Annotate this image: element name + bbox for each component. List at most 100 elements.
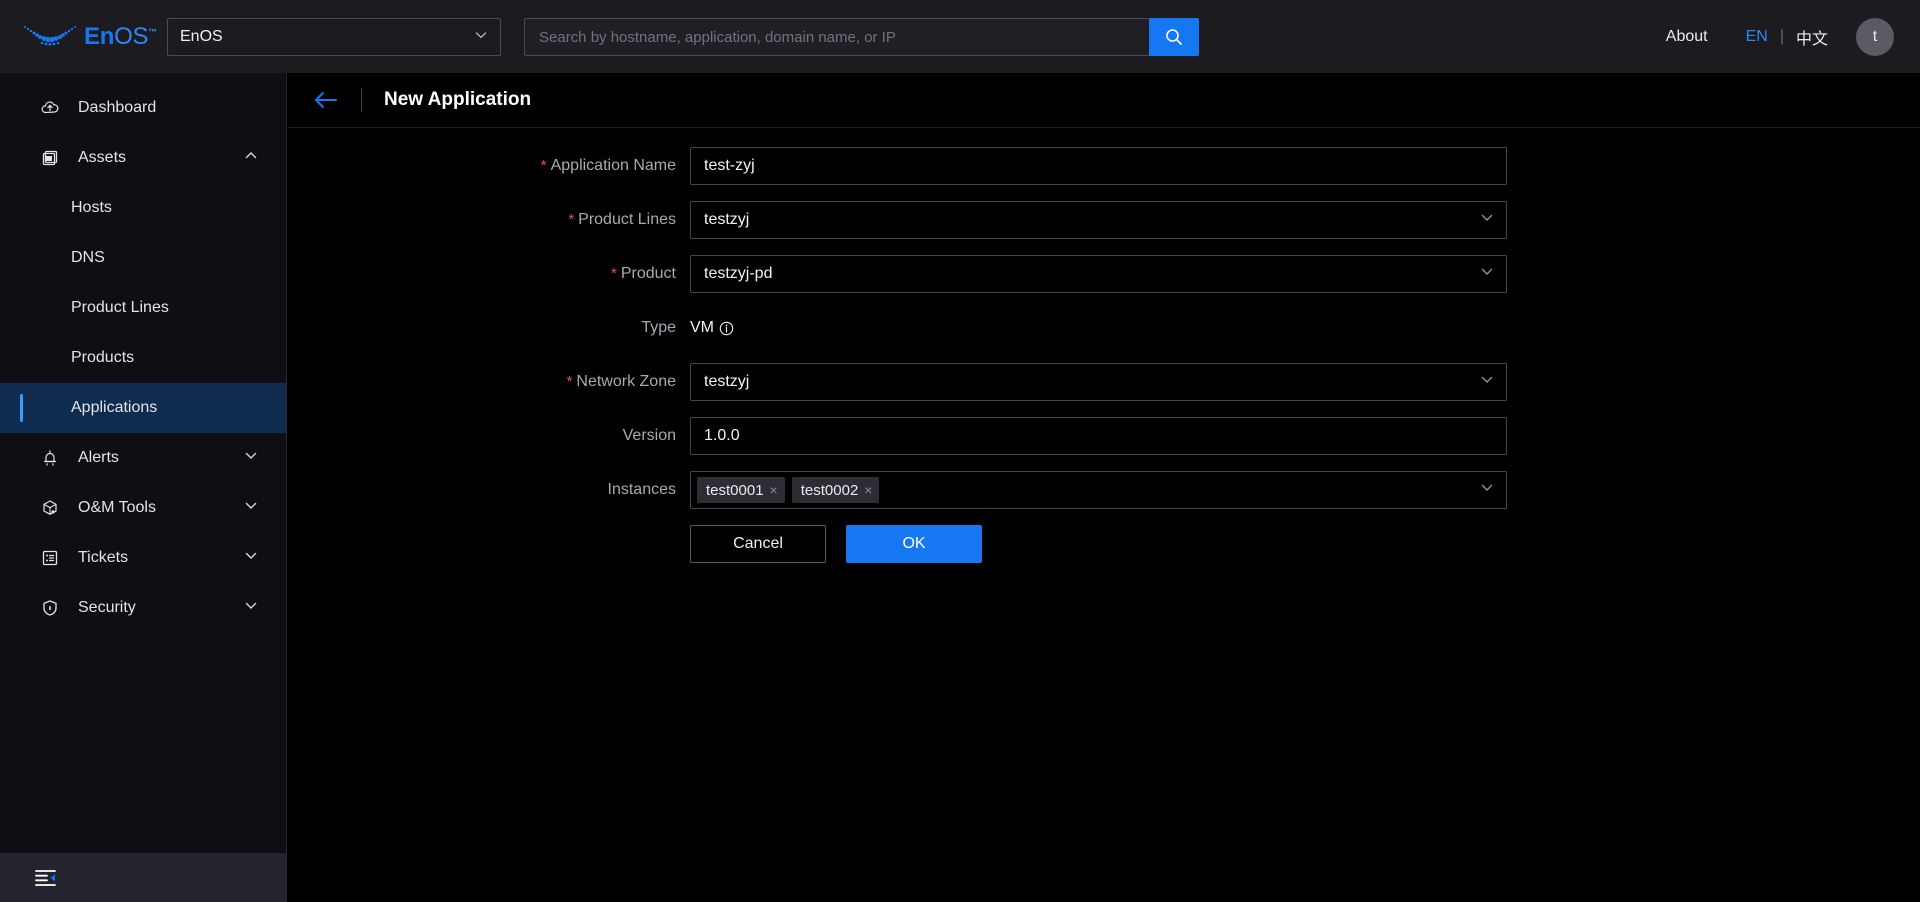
form-label-text: Product: [620, 265, 676, 282]
sidebar-item-dns[interactable]: DNS: [0, 233, 286, 283]
ticket-list-icon: [39, 547, 61, 569]
sidebar-nav: Dashboard Assets Hosts DNS Product Lines…: [0, 73, 286, 633]
sidebar-item-label: Tickets: [78, 549, 129, 566]
version-value: 1.0.0: [704, 427, 740, 444]
header-divider: [361, 88, 362, 112]
enos-swoosh-logo-icon: [24, 25, 76, 46]
avatar[interactable]: t: [1856, 17, 1894, 56]
info-circle-icon[interactable]: [719, 321, 734, 336]
version-input[interactable]: 1.0.0: [690, 417, 1507, 455]
sidebar-item-assets[interactable]: Assets: [0, 133, 286, 183]
about-link[interactable]: About: [1666, 28, 1708, 46]
form-row-instances: Instances test0001 × test0002 ×: [288, 471, 1920, 509]
sidebar-subitem-label: Product Lines: [71, 299, 169, 316]
application-name-input[interactable]: test-zyj: [690, 147, 1507, 185]
product-value: testzyj-pd: [704, 265, 773, 282]
language-zh-button[interactable]: 中文: [1796, 25, 1828, 49]
required-marker: *: [540, 157, 547, 174]
sidebar-item-label: Dashboard: [78, 99, 157, 116]
form-label: Version: [288, 417, 690, 455]
dashboard-cloud-icon: [39, 97, 61, 119]
search-icon: [1166, 29, 1182, 45]
form-label: Instances: [288, 471, 690, 509]
chevron-down-icon: [1480, 373, 1494, 392]
sidebar-subitem-label: Hosts: [71, 199, 112, 216]
form-label: * Product: [288, 255, 690, 293]
sidebar-item-om-tools[interactable]: O&M Tools: [0, 483, 286, 533]
chevron-down-icon: [244, 449, 258, 468]
shield-icon: [39, 597, 61, 619]
remove-tag-icon[interactable]: ×: [864, 483, 872, 497]
chevron-down-icon: [244, 549, 258, 568]
instances-multiselect[interactable]: test0001 × test0002 ×: [690, 471, 1507, 509]
instances-tag-list: test0001 × test0002 ×: [697, 477, 880, 503]
sidebar: Dashboard Assets Hosts DNS Product Lines…: [0, 73, 287, 902]
form-label-text: Application Name: [550, 157, 676, 174]
sidebar-item-product-lines[interactable]: Product Lines: [0, 283, 286, 333]
instance-tag: test0001 ×: [697, 477, 785, 503]
form-label-text: Instances: [607, 481, 676, 498]
sidebar-item-products[interactable]: Products: [0, 333, 286, 383]
product-lines-value: testzyj: [704, 211, 750, 228]
cancel-button[interactable]: Cancel: [690, 525, 826, 563]
chevron-down-icon: [1480, 211, 1494, 230]
form-label-text: Type: [641, 319, 676, 336]
cube-tools-icon: [39, 497, 61, 519]
form-label: * Network Zone: [288, 363, 690, 401]
remove-tag-icon[interactable]: ×: [770, 483, 778, 497]
application-name-value: test-zyj: [704, 157, 755, 174]
chevron-up-icon: [244, 149, 258, 168]
chevron-down-icon: [474, 28, 488, 47]
collapse-sidebar-icon[interactable]: [35, 869, 57, 887]
back-arrow-icon[interactable]: [313, 90, 339, 110]
page-title: New Application: [384, 89, 532, 110]
sidebar-item-hosts[interactable]: Hosts: [0, 183, 286, 233]
page-header: New Application: [288, 73, 1920, 128]
chevron-down-icon: [244, 499, 258, 518]
language-en-button[interactable]: EN: [1746, 28, 1768, 46]
form-row-version: Version 1.0.0: [288, 417, 1920, 455]
form-label: * Product Lines: [288, 201, 690, 239]
global-search: [524, 18, 1199, 56]
sidebar-item-security[interactable]: Security: [0, 583, 286, 633]
sidebar-subitem-label: Products: [71, 349, 135, 366]
sidebar-item-alerts[interactable]: Alerts: [0, 433, 286, 483]
top-right-actions: About EN | 中文 t: [1666, 0, 1894, 73]
network-zone-select[interactable]: testzyj: [690, 363, 1507, 401]
instance-tag: test0002 ×: [791, 477, 880, 503]
form-row-type: Type VM: [288, 309, 1920, 347]
instance-tag-label: test0001: [706, 481, 764, 499]
brand-logo[interactable]: EnOS™: [22, 17, 162, 57]
assets-window-icon: [39, 147, 61, 169]
sidebar-item-label: Assets: [78, 149, 127, 166]
application-root: EnOS™ EnOS About EN | 中文 t: [0, 0, 1920, 902]
product-lines-select[interactable]: testzyj: [690, 201, 1507, 239]
top-navigation-bar: EnOS™ EnOS About EN | 中文 t: [0, 0, 1920, 73]
sidebar-item-label: O&M Tools: [78, 499, 156, 516]
form-row-product-lines: * Product Lines testzyj: [288, 201, 1920, 239]
search-input[interactable]: [524, 18, 1149, 56]
alerts-bell-icon: [39, 447, 61, 469]
search-button[interactable]: [1149, 18, 1199, 56]
sidebar-item-dashboard[interactable]: Dashboard: [0, 83, 286, 133]
required-marker: *: [568, 211, 575, 228]
chevron-down-icon: [1480, 481, 1494, 500]
form-row-product: * Product testzyj-pd: [288, 255, 1920, 293]
required-marker: *: [611, 265, 617, 282]
type-value-group: VM: [690, 309, 734, 347]
required-marker: *: [566, 373, 573, 390]
app-selector-dropdown[interactable]: EnOS: [167, 18, 501, 56]
sidebar-item-tickets[interactable]: Tickets: [0, 533, 286, 583]
chevron-down-icon: [244, 599, 258, 618]
product-select[interactable]: testzyj-pd: [690, 255, 1507, 293]
sidebar-footer: [0, 853, 287, 902]
form-row-application-name: * Application Name test-zyj: [288, 147, 1920, 185]
form-label-text: Product Lines: [578, 211, 676, 228]
ok-button[interactable]: OK: [846, 525, 982, 563]
form-row-network-zone: * Network Zone testzyj: [288, 363, 1920, 401]
brand-wordmark: EnOS™: [84, 22, 157, 50]
avatar-initial: t: [1872, 27, 1878, 45]
form-label-text: Network Zone: [576, 373, 676, 390]
sidebar-subitem-label: DNS: [71, 249, 105, 266]
sidebar-item-applications[interactable]: Applications: [0, 383, 286, 433]
